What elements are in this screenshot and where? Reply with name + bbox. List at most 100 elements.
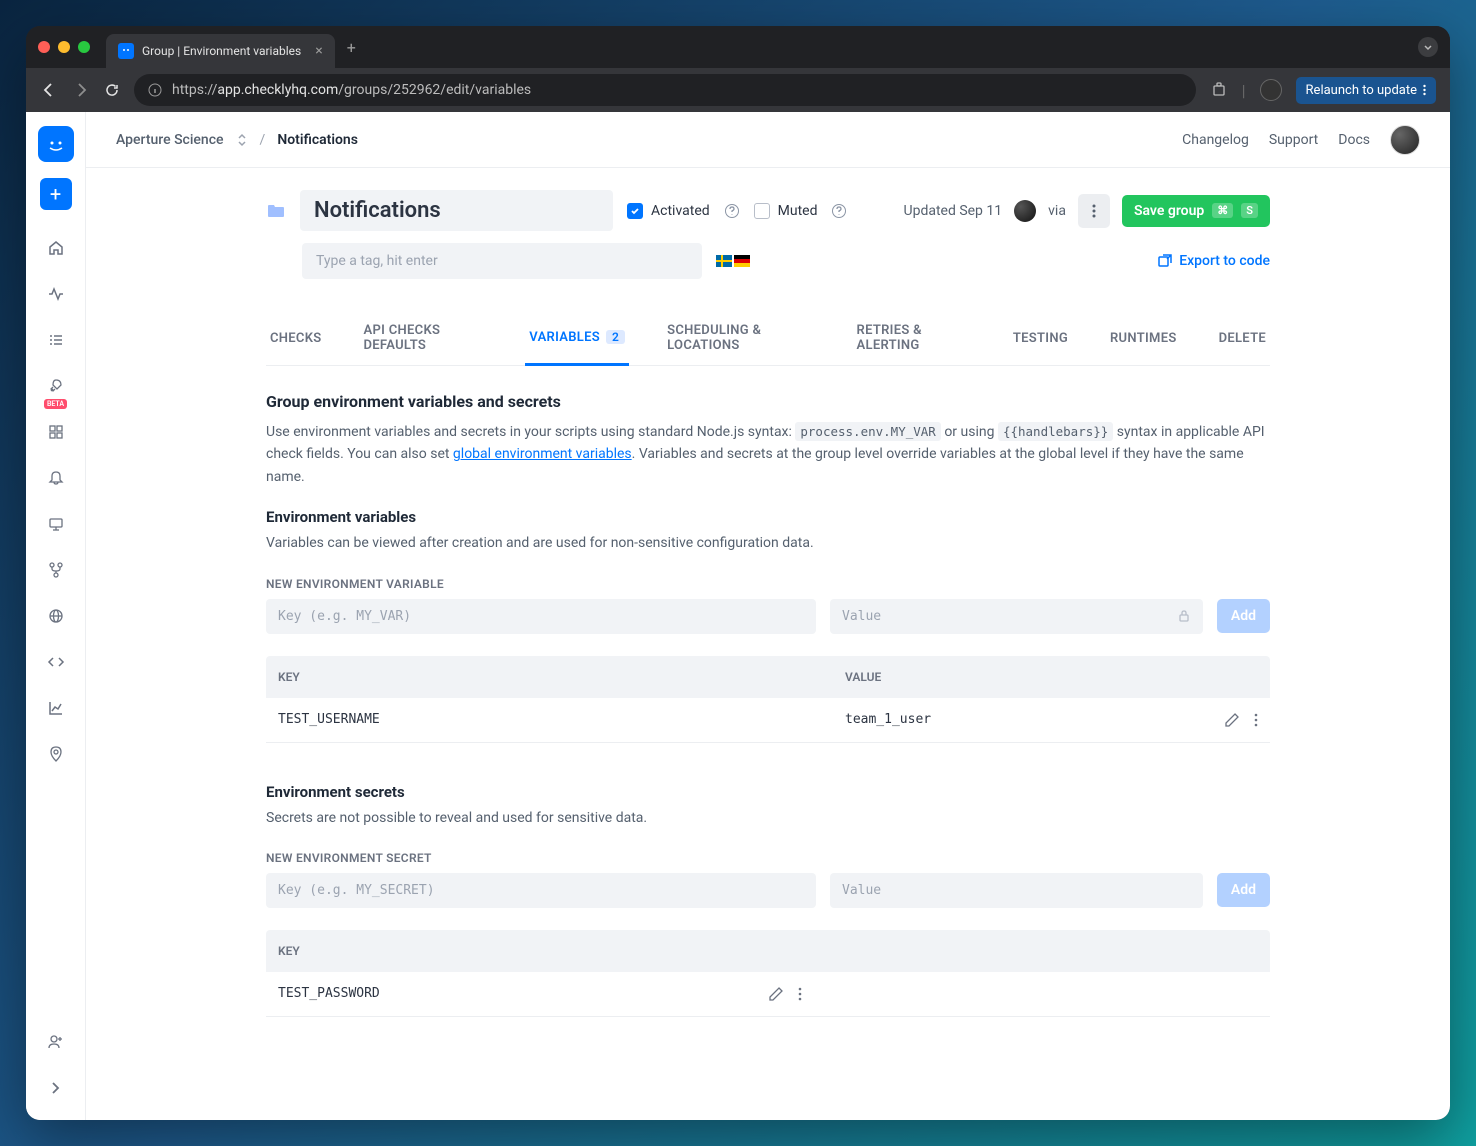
editor-avatar[interactable] xyxy=(1014,200,1036,222)
logo[interactable] xyxy=(38,126,74,162)
sidebar: + BETA xyxy=(26,112,86,1120)
tag-input[interactable]: Type a tag, hit enter xyxy=(302,243,702,279)
tab-variables-label: VARIABLES xyxy=(529,330,600,345)
tab-testing[interactable]: TESTING xyxy=(1009,311,1072,365)
pulse-icon[interactable] xyxy=(38,276,74,312)
top-right-nav: Changelog Support Docs xyxy=(1182,125,1420,155)
reload-button[interactable] xyxy=(104,82,120,98)
support-link[interactable]: Support xyxy=(1269,132,1318,148)
edit-icon[interactable] xyxy=(768,986,784,1002)
org-name[interactable]: Aperture Science xyxy=(116,132,224,148)
muted-checkbox[interactable]: Muted xyxy=(754,203,818,219)
tab-title: Group | Environment variables xyxy=(142,44,301,58)
minimize-window[interactable] xyxy=(58,41,70,53)
export-to-code[interactable]: Export to code xyxy=(1157,253,1270,269)
docs-link[interactable]: Docs xyxy=(1338,132,1370,148)
tab-retries[interactable]: RETRIES & ALERTING xyxy=(853,311,975,365)
relaunch-button[interactable]: Relaunch to update xyxy=(1296,77,1436,104)
kbd-cmd: ⌘ xyxy=(1212,203,1233,218)
more-vert-icon xyxy=(1423,84,1426,96)
profile-icon[interactable] xyxy=(1260,79,1282,101)
beta-badge: BETA xyxy=(44,399,67,409)
close-window[interactable] xyxy=(38,41,50,53)
add-var-button[interactable]: Add xyxy=(1217,599,1270,633)
code-icon[interactable] xyxy=(38,644,74,680)
app-container: + BETA Aperture Science / xyxy=(26,112,1450,1120)
traffic-lights xyxy=(38,41,90,53)
dashboard-icon[interactable] xyxy=(38,414,74,450)
monitor-icon[interactable] xyxy=(38,506,74,542)
expand-icon[interactable] xyxy=(38,1070,74,1106)
group-name-input[interactable]: Notifications xyxy=(300,190,613,231)
checkbox-checked-icon xyxy=(627,203,643,219)
secrets-title: Environment secrets xyxy=(266,783,1270,801)
secrets-desc: Secrets are not possible to reveal and u… xyxy=(266,807,1270,829)
new-var-label: NEW ENVIRONMENT VARIABLE xyxy=(266,577,1270,591)
secret-key-input[interactable]: Key (e.g. MY_SECRET) xyxy=(266,873,816,908)
top-bar: Aperture Science / Notifications Changel… xyxy=(86,112,1450,168)
secret-value-input[interactable]: Value xyxy=(830,873,1203,908)
tab-scheduling[interactable]: SCHEDULING & LOCATIONS xyxy=(663,311,818,365)
fork-icon[interactable] xyxy=(38,552,74,588)
locations[interactable] xyxy=(716,255,750,267)
group-header: Notifications Activated Muted Updated Se… xyxy=(266,190,1270,231)
location-icon[interactable] xyxy=(38,736,74,772)
var-key-input[interactable]: Key (e.g. MY_VAR) xyxy=(266,599,816,634)
changelog-link[interactable]: Changelog xyxy=(1182,132,1249,148)
via-text: via xyxy=(1048,203,1066,219)
section-title: Group environment variables and secrets xyxy=(266,392,1270,411)
site-info-icon[interactable] xyxy=(148,83,162,97)
help-icon[interactable] xyxy=(831,203,847,219)
user-avatar[interactable] xyxy=(1390,125,1420,155)
tab-checks[interactable]: CHECKS xyxy=(266,311,326,365)
table-row: TEST_USERNAME team_1_user xyxy=(266,698,1270,743)
home-icon[interactable] xyxy=(38,230,74,266)
breadcrumb: Aperture Science / Notifications xyxy=(116,132,358,148)
col-key: KEY xyxy=(278,670,845,684)
invite-user-icon[interactable] xyxy=(38,1024,74,1060)
create-button[interactable]: + xyxy=(40,178,72,210)
activated-checkbox[interactable]: Activated xyxy=(627,203,710,219)
close-tab-icon[interactable]: × xyxy=(315,43,322,59)
extensions-icon[interactable] xyxy=(1210,81,1228,99)
list-icon[interactable] xyxy=(38,322,74,358)
save-button[interactable]: Save group ⌘ S xyxy=(1122,195,1270,227)
export-icon xyxy=(1157,253,1173,269)
add-secret-button[interactable]: Add xyxy=(1217,873,1270,907)
muted-label: Muted xyxy=(778,203,818,219)
forward-button[interactable] xyxy=(72,81,90,99)
rocket-icon[interactable]: BETA xyxy=(38,368,74,404)
sub-header: Type a tag, hit enter Export to code xyxy=(302,243,1270,279)
secrets-table: KEY TEST_PASSWORD xyxy=(266,930,1270,1017)
save-label: Save group xyxy=(1134,203,1204,219)
more-vert-icon[interactable] xyxy=(798,986,802,1002)
main-area: Aperture Science / Notifications Changel… xyxy=(86,112,1450,1120)
back-button[interactable] xyxy=(40,81,58,99)
tab-variables[interactable]: VARIABLES 2 xyxy=(525,311,629,366)
global-vars-link[interactable]: global environment variables xyxy=(453,446,632,462)
browser-tab[interactable]: Group | Environment variables × xyxy=(106,34,335,68)
kbd-s: S xyxy=(1241,203,1258,218)
new-tab-button[interactable]: + xyxy=(347,38,356,57)
export-label: Export to code xyxy=(1179,253,1270,269)
more-button[interactable] xyxy=(1078,194,1110,228)
chart-icon[interactable] xyxy=(38,690,74,726)
org-switcher-icon[interactable] xyxy=(236,133,248,147)
help-icon[interactable] xyxy=(724,203,740,219)
var-value-input[interactable]: Value xyxy=(830,599,1203,634)
more-vert-icon[interactable] xyxy=(1254,712,1258,728)
relaunch-label: Relaunch to update xyxy=(1306,83,1417,98)
checkbox-unchecked-icon xyxy=(754,203,770,219)
edit-icon[interactable] xyxy=(1224,712,1240,728)
tab-runtimes[interactable]: RUNTIMES xyxy=(1106,311,1181,365)
tabs-menu[interactable] xyxy=(1418,37,1438,57)
globe-icon[interactable] xyxy=(38,598,74,634)
var-value: team_1_user xyxy=(845,712,1224,727)
maximize-window[interactable] xyxy=(78,41,90,53)
browser-window: Group | Environment variables × + https:… xyxy=(26,26,1450,1120)
env-vars-desc: Variables can be viewed after creation a… xyxy=(266,532,1270,554)
tab-delete[interactable]: DELETE xyxy=(1215,311,1270,365)
url-field[interactable]: https://app.checklyhq.com/groups/252962/… xyxy=(134,74,1196,106)
bell-icon[interactable] xyxy=(38,460,74,496)
tab-api-defaults[interactable]: API CHECKS DEFAULTS xyxy=(360,311,492,365)
